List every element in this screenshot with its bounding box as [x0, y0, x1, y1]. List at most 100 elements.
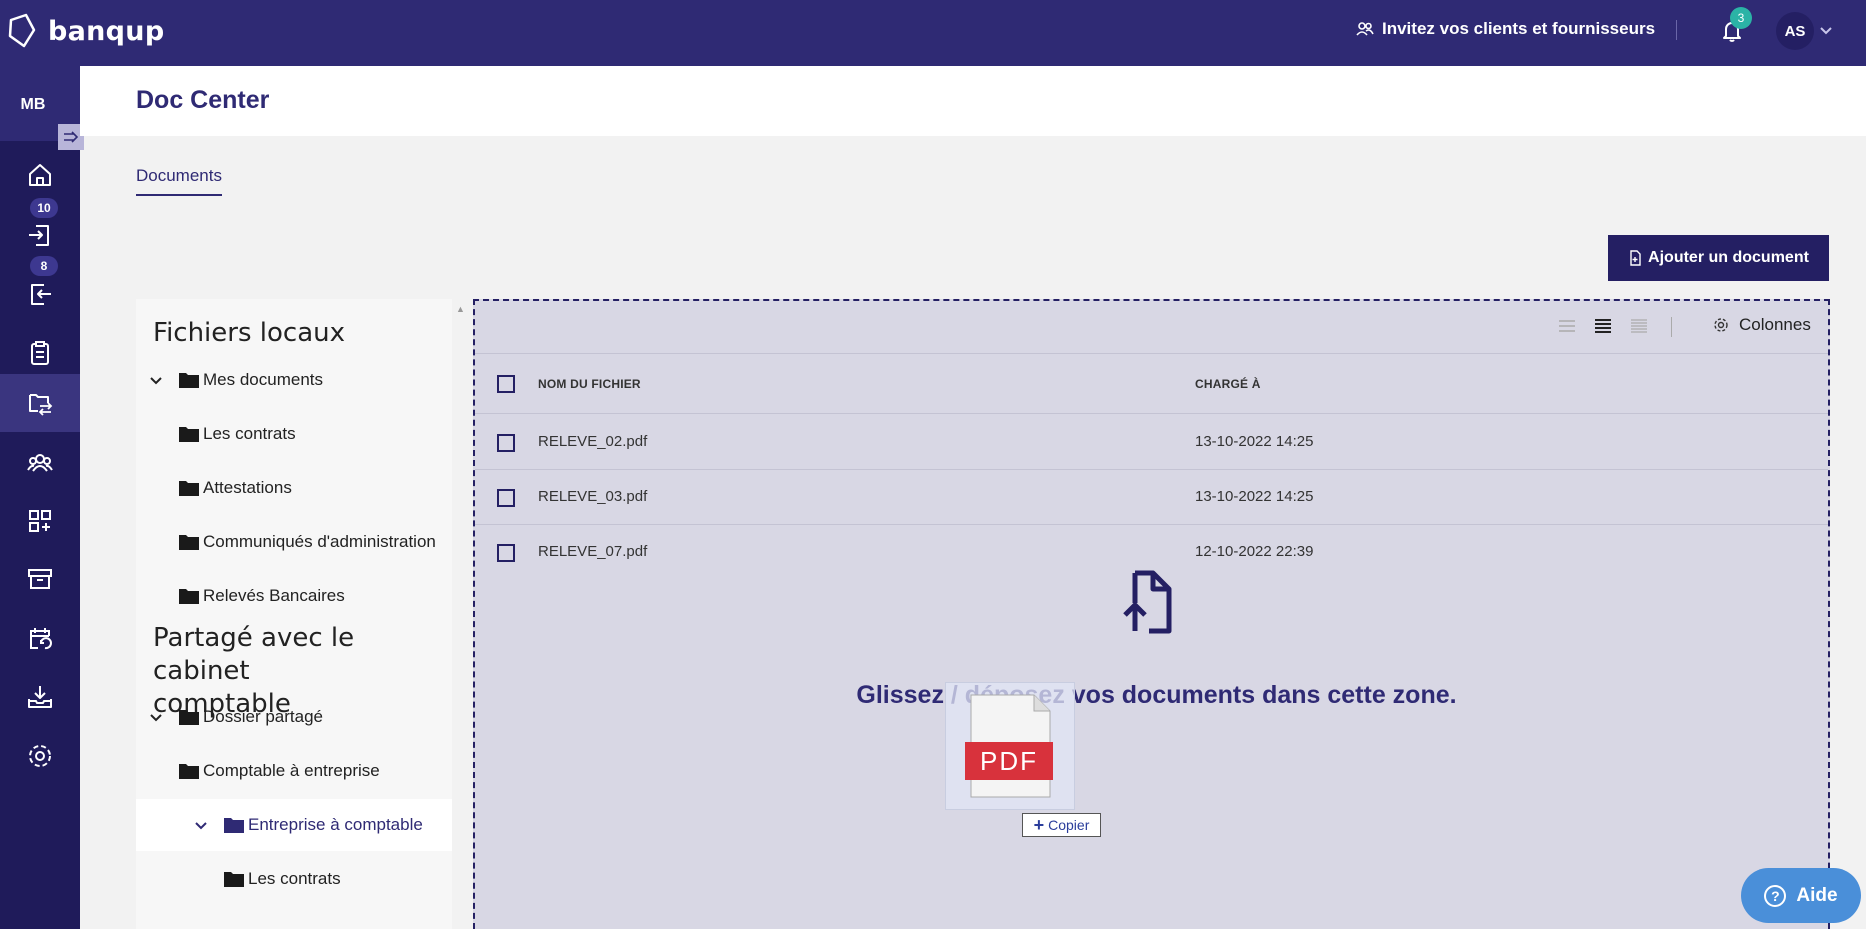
folder-icon [179, 535, 199, 550]
row-checkbox[interactable] [497, 434, 515, 452]
plus-icon: + [1033, 815, 1045, 835]
gear-icon [1714, 318, 1728, 332]
compact-view-icon[interactable] [1557, 316, 1577, 336]
home-icon [29, 164, 51, 186]
folder-icon [179, 710, 199, 725]
archive-icon [28, 569, 52, 589]
file-name[interactable]: RELEVE_03.pdf [538, 488, 647, 505]
tree-item-label: Dossier partagé [203, 707, 324, 726]
sidebar-item-doc-center[interactable] [0, 374, 80, 432]
brand-name: banqup [48, 15, 165, 47]
sidebar-item-home[interactable] [0, 146, 80, 204]
page-title: Doc Center [136, 86, 270, 114]
table-header: NOM DU FICHIER CHARGÉ À [475, 354, 1828, 414]
question-icon: ? [1764, 884, 1787, 907]
file-name[interactable]: RELEVE_02.pdf [538, 433, 647, 450]
doc-center-icon [29, 394, 53, 416]
help-label: Aide [1796, 884, 1838, 906]
sidebar-item-downloads[interactable] [0, 668, 80, 726]
calendar-sync-icon [30, 628, 52, 650]
folder-icon [179, 373, 199, 388]
apps-icon [29, 510, 51, 532]
tree-item-attestations[interactable]: Attestations [136, 462, 452, 514]
help-button[interactable]: ? Aide [1741, 868, 1861, 923]
sidebar-item-archive[interactable] [0, 550, 80, 608]
column-header-uploaded[interactable]: CHARGÉ À [1195, 377, 1261, 391]
columns-label: Colonnes [1739, 315, 1811, 334]
tree-item-les-contrats[interactable]: Les contrats [136, 408, 452, 460]
tree-item-les-contrats-shared[interactable]: Les contrats [136, 853, 452, 905]
upload-date: 12-10-2022 22:39 [1195, 543, 1314, 560]
tree-item-mes-documents[interactable]: Mes documents [136, 354, 452, 406]
tree-section-shared-line1: Partagé avec le cabinet [153, 623, 355, 686]
chevron-down-icon[interactable] [1818, 22, 1834, 38]
inbound-badge: 10 [30, 198, 58, 218]
clipboard-icon [31, 341, 49, 365]
scroll-up-arrow-icon[interactable]: ▲ [456, 304, 465, 314]
tree-item-dossier-partage[interactable]: Dossier partagé [136, 691, 452, 743]
tree-item-label: Mes documents [203, 370, 323, 389]
table-row[interactable]: RELEVE_03.pdf 13-10-2022 14:25 [475, 470, 1828, 525]
columns-button[interactable]: Colonnes [1713, 315, 1811, 335]
chevron-down-icon[interactable] [148, 709, 164, 725]
table-toolbar: Colonnes [475, 301, 1828, 354]
column-header-name[interactable]: NOM DU FICHIER [538, 377, 641, 391]
sidebar: MB 10 8 [0, 66, 84, 929]
default-view-icon[interactable] [1593, 316, 1613, 336]
tree-item-releves-bancaires[interactable]: Relevés Bancaires [136, 570, 452, 622]
pdf-label: PDF [980, 745, 1038, 776]
collapse-arrow-icon [64, 131, 79, 143]
divider [1676, 20, 1677, 40]
tree-section-local: Fichiers locaux [153, 318, 346, 348]
table-row[interactable]: RELEVE_02.pdf 13-10-2022 14:25 [475, 415, 1828, 470]
file-upload-icon [1123, 570, 1172, 634]
tree-item-entreprise-comptable[interactable]: Entreprise à comptable [136, 799, 452, 851]
invite-label: Invitez vos clients et fournisseurs [1382, 19, 1656, 38]
tree-item-communiques[interactable]: Communiqués d'administration [136, 516, 452, 568]
outbound-icon [31, 284, 51, 305]
drop-zone-text: Glissez / déposez vos documents dans cet… [856, 681, 1457, 709]
sidebar-item-settings[interactable] [0, 727, 80, 785]
outbound-badge: 8 [30, 256, 58, 276]
dragged-file-preview: PDF [945, 682, 1075, 810]
divider [1671, 317, 1672, 337]
notification-badge: 3 [1730, 7, 1752, 29]
sidebar-item-apps[interactable] [0, 492, 80, 550]
tree-item-label: Comptable à entreprise [203, 761, 380, 780]
row-checkbox[interactable] [497, 544, 515, 562]
folder-icon [179, 427, 199, 442]
tab-documents[interactable]: Documents [136, 166, 222, 196]
drop-zone[interactable]: Colonnes NOM DU FICHIER CHARGÉ À RELEVE_… [473, 299, 1830, 929]
add-document-button[interactable]: Ajouter un document [1608, 235, 1829, 281]
top-bar: banqup Invitez vos clients et fournisseu… [0, 0, 1866, 66]
workspace-initials[interactable]: MB [0, 96, 66, 114]
inbound-icon [29, 225, 49, 246]
tree-item-label: Communiqués d'administration [203, 532, 436, 551]
chevron-down-icon[interactable] [148, 372, 164, 388]
select-all-checkbox[interactable] [497, 375, 515, 393]
row-checkbox[interactable] [497, 489, 515, 507]
folder-icon [224, 818, 244, 833]
tree-item-label: Les contrats [248, 869, 341, 888]
copy-tooltip: + Copier [1022, 813, 1101, 837]
user-avatar[interactable]: AS [1776, 12, 1814, 50]
upload-date: 13-10-2022 14:25 [1195, 433, 1314, 450]
file-name[interactable]: RELEVE_07.pdf [538, 543, 647, 560]
folder-icon [179, 589, 199, 604]
add-file-icon [1630, 250, 1641, 266]
sidebar-item-contacts[interactable] [0, 433, 80, 491]
contacts-icon [27, 454, 53, 472]
dense-view-icon[interactable] [1629, 316, 1649, 336]
tree-item-label: Entreprise à comptable [248, 815, 423, 834]
sidebar-item-schedule[interactable] [0, 609, 80, 667]
folder-icon [224, 872, 244, 887]
invite-partners-link[interactable]: Invitez vos clients et fournisseurs [1356, 19, 1655, 39]
tree-item-label: Attestations [203, 478, 292, 497]
add-document-label: Ajouter un document [1648, 249, 1809, 266]
settings-icon [29, 745, 51, 767]
brand-logo[interactable]: banqup [6, 12, 164, 50]
tree-item-label: Relevés Bancaires [203, 586, 345, 605]
chevron-down-icon[interactable] [193, 817, 209, 833]
download-tray-icon [28, 686, 52, 708]
tree-item-comptable-entreprise[interactable]: Comptable à entreprise [136, 745, 452, 797]
